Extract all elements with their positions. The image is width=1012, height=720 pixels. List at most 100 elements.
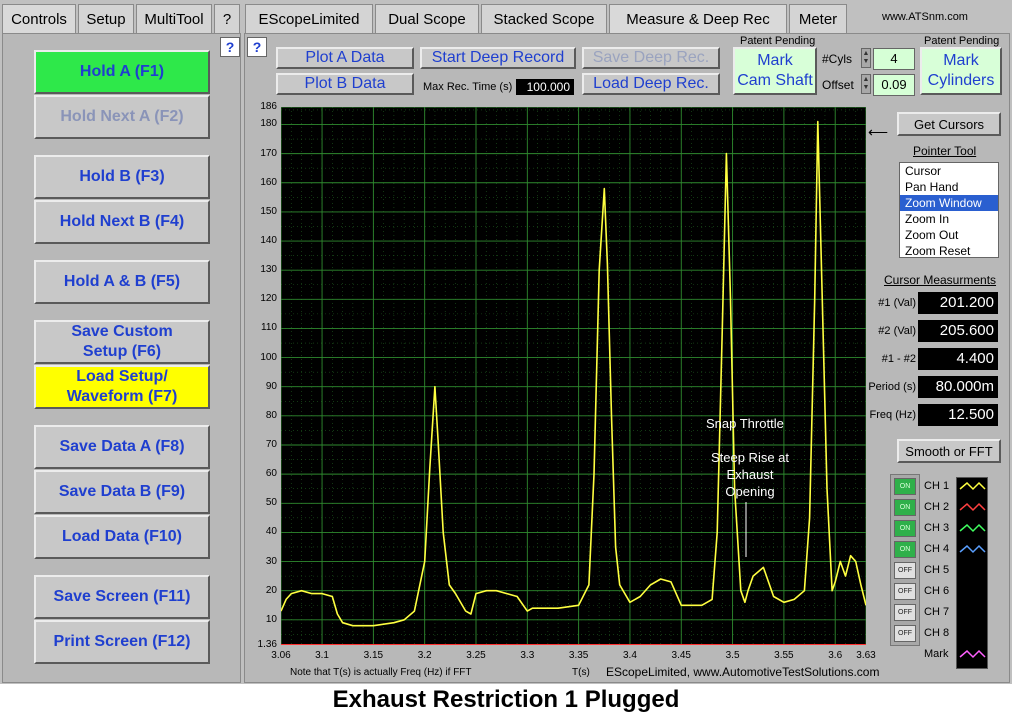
hold-a-b-button[interactable]: Hold A & B (F5)	[34, 260, 210, 304]
pointer-tool-pan-hand[interactable]: Pan Hand	[900, 179, 998, 195]
y-tick-label: 90	[265, 380, 277, 392]
hold-next-b-button[interactable]: Hold Next B (F4)	[34, 200, 210, 244]
legend-swatch-1	[959, 481, 986, 491]
channel-label-2: CH 2	[924, 501, 950, 513]
cyls-spinner[interactable]: ▲ ▼	[861, 48, 871, 68]
t-axis-label: T(s)	[572, 667, 590, 678]
print-screen-button[interactable]: Print Screen (F12)	[34, 620, 210, 664]
cyls-label: #Cyls	[822, 52, 853, 66]
patent-pending-label: Patent Pending	[740, 35, 816, 47]
save-screen-button[interactable]: Save Screen (F11)	[34, 575, 210, 619]
y-tick-label: 110	[261, 322, 277, 334]
meas-2-value: 205.600	[918, 320, 998, 342]
y-tick-label: 170	[260, 147, 277, 159]
meas-period-value: 80.000m	[918, 376, 998, 398]
y-tick-label: 160	[260, 176, 277, 188]
tab-measure-deep-rec[interactable]: Measure & Deep Rec	[609, 4, 787, 34]
channel-label-8: CH 8	[924, 627, 950, 639]
controls-help-button[interactable]: ?	[220, 37, 240, 57]
offset-spinner[interactable]: ▲ ▼	[861, 74, 871, 94]
y-tick-label: 100	[260, 351, 277, 363]
get-cursors-button[interactable]: Get Cursors	[897, 112, 1001, 136]
y-tick-label: 140	[260, 235, 277, 247]
watermark-text: EScopeLimited, www.AutomotiveTestSolutio…	[606, 665, 880, 679]
y-tick-label: 70	[265, 438, 277, 450]
tab-setup[interactable]: Setup	[78, 4, 134, 34]
channel-toggle-8[interactable]: OFF	[894, 625, 916, 642]
mark-cylinders-button[interactable]: Mark Cylinders	[920, 47, 1002, 95]
tab-escopelimited[interactable]: EScopeLimited	[245, 4, 373, 34]
load-deep-rec-button[interactable]: Load Deep Rec.	[582, 73, 720, 95]
legend-swatch-4	[959, 544, 986, 554]
cursor-arrow-icon: ⟵	[868, 124, 889, 140]
plot-b-data-button[interactable]: Plot B Data	[276, 73, 414, 95]
channel-toggle-3[interactable]: ON	[894, 520, 916, 537]
y-tick-label: 40	[265, 526, 277, 538]
pointer-tool-title: Pointer Tool	[913, 144, 977, 158]
max-rec-time-input[interactable]: 100.000	[516, 79, 574, 95]
scope-chart[interactable]	[281, 107, 866, 645]
pointer-tool-zoom-window[interactable]: Zoom Window	[900, 195, 998, 211]
patent-pending-label-2: Patent Pending	[924, 35, 1000, 47]
x-tick-label: 3.45	[671, 650, 691, 661]
x-tick-label: 3.06	[271, 650, 291, 661]
tab-dual-scope[interactable]: Dual Scope	[375, 4, 479, 34]
y-tick-label: 120	[260, 293, 277, 305]
tab-multitool[interactable]: MultiTool	[136, 4, 212, 34]
pointer-tool-zoom-out[interactable]: Zoom Out	[900, 227, 998, 243]
escope-window: Controls Setup MultiTool ? EScopeLimited…	[0, 0, 1012, 720]
meas-1-label: #1 (Val)	[878, 297, 916, 309]
tab-controls[interactable]: Controls	[2, 4, 76, 34]
save-deep-rec-button[interactable]: Save Deep Rec.	[582, 47, 720, 69]
x-tick-label: 3.63	[856, 650, 876, 661]
steep-rise-annotation: Steep Rise at Exhaust Opening	[710, 450, 790, 499]
smooth-fft-button[interactable]: Smooth or FFT	[897, 439, 1001, 463]
y-tick-label: 80	[265, 409, 277, 421]
tab-help[interactable]: ?	[214, 4, 240, 34]
channel-label-7: CH 7	[924, 606, 950, 618]
load-data-button[interactable]: Load Data (F10)	[34, 515, 210, 559]
meas-diff-value: 4.400	[918, 348, 998, 370]
x-tick-label: 3.3	[520, 650, 535, 661]
measure-help-button[interactable]: ?	[247, 37, 267, 57]
save-data-a-button[interactable]: Save Data A (F8)	[34, 425, 210, 469]
channel-toggle-7[interactable]: OFF	[894, 604, 916, 621]
pointer-tool-zoom-reset[interactable]: Zoom Reset	[900, 243, 998, 259]
pointer-tool-cursor[interactable]: Cursor	[900, 163, 998, 179]
pointer-tool-list[interactable]: Cursor Pan Hand Zoom Window Zoom In Zoom…	[899, 162, 999, 258]
y-tick-label: 60	[265, 468, 277, 480]
y-tick-label: 30	[265, 555, 277, 567]
hold-b-button[interactable]: Hold B (F3)	[34, 155, 210, 199]
offset-input[interactable]: 0.09	[873, 74, 915, 96]
y-tick-label: 150	[260, 205, 277, 217]
meas-freq-value: 12.500	[918, 404, 998, 426]
y-tick-label: 10	[265, 613, 277, 625]
y-tick-label: 130	[260, 264, 277, 276]
meas-1-value: 201.200	[918, 292, 998, 314]
legend-swatch-9	[959, 649, 986, 659]
channel-label-9: Mark	[924, 648, 949, 660]
x-tick-label: 3.25	[466, 650, 486, 661]
start-deep-record-button[interactable]: Start Deep Record	[420, 47, 576, 69]
tab-meter[interactable]: Meter	[789, 4, 847, 34]
channel-toggle-6[interactable]: OFF	[894, 583, 916, 600]
channel-toggle-4[interactable]: ON	[894, 541, 916, 558]
meas-period-label: Period (s)	[868, 381, 916, 393]
cursor-measurements-title: Cursor Measurments	[884, 273, 997, 287]
pointer-tool-zoom-in[interactable]: Zoom In	[900, 211, 998, 227]
mark-cam-shaft-button[interactable]: Mark Cam Shaft	[733, 47, 817, 95]
hold-a-button[interactable]: Hold A (F1)	[34, 50, 210, 94]
channel-toggle-5[interactable]: OFF	[894, 562, 916, 579]
channel-toggle-2[interactable]: ON	[894, 499, 916, 516]
plot-a-data-button[interactable]: Plot A Data	[276, 47, 414, 69]
chart-background	[281, 107, 866, 645]
load-setup-waveform-button[interactable]: Load Setup/ Waveform (F7)	[34, 365, 210, 409]
cyls-input[interactable]: 4	[873, 48, 915, 70]
save-custom-setup-button[interactable]: Save Custom Setup (F6)	[34, 320, 210, 364]
channel-toggle-1[interactable]: ON	[894, 478, 916, 495]
fft-note: Note that T(s) is actually Freq (Hz) if …	[290, 667, 472, 678]
tab-stacked-scope[interactable]: Stacked Scope	[481, 4, 607, 34]
channel-label-1: CH 1	[924, 480, 950, 492]
hold-next-a-button[interactable]: Hold Next A (F2)	[34, 95, 210, 139]
save-data-b-button[interactable]: Save Data B (F9)	[34, 470, 210, 514]
